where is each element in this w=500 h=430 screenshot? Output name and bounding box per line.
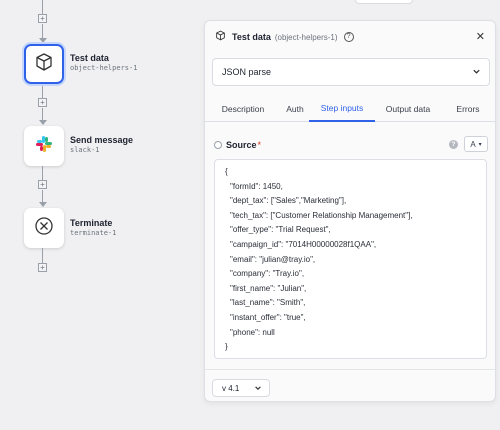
code-line: "dept_tax": ["Sales","Marketing"],: [230, 196, 347, 206]
footer-divider: [205, 369, 495, 370]
chevron-down-icon: [254, 384, 262, 394]
step-properties-panel: Test data (object-helpers-1) ? ✕ JSON pa…: [204, 20, 496, 402]
value-type-button[interactable]: A ▾: [464, 136, 488, 152]
code-line: "tech_tax": ["Customer Relationship Mana…: [230, 210, 413, 220]
add-step-button[interactable]: +: [38, 263, 47, 272]
connector-arrow: [38, 202, 47, 207]
step-title: Send message: [70, 135, 134, 145]
step-subtitle: object-helpers-1: [70, 64, 138, 72]
value-type-label: A: [470, 139, 476, 149]
step-card-terminate[interactable]: [24, 208, 64, 248]
step-subtitle: slack-1: [70, 146, 100, 154]
terminate-x-icon: [34, 216, 54, 241]
connector-arrow: [38, 38, 47, 43]
panel-tabs: Description Auth Step inputs Output data…: [205, 96, 495, 122]
code-line: "instant_offer": "true",: [230, 312, 306, 322]
source-json-editor[interactable]: { "formId": 1450, "dept_tax": ["Sales","…: [214, 159, 487, 359]
required-marker: *: [257, 140, 262, 150]
step-card-test-data[interactable]: [24, 44, 64, 84]
connector-line: [42, 248, 43, 263]
code-line: {: [225, 167, 228, 176]
connector-line: [42, 86, 43, 98]
canvas-toolbar-pill[interactable]: [355, 0, 413, 4]
add-step-button[interactable]: +: [38, 180, 47, 189]
box-icon: [34, 52, 54, 77]
code-line: "last_name": "Smith",: [230, 298, 306, 308]
source-field-header: Source * ? A ▾: [214, 136, 488, 153]
code-line: "first_name": "Julian",: [230, 283, 307, 293]
step-subtitle: terminate-1: [70, 229, 117, 237]
connector-arrow: [38, 120, 47, 125]
tab-description[interactable]: Description: [205, 96, 281, 122]
slack-icon: [34, 134, 54, 159]
connector-line: [42, 0, 43, 14]
version-select[interactable]: v 4.1: [212, 379, 270, 397]
panel-title: Test data: [232, 32, 271, 42]
help-icon[interactable]: ?: [449, 140, 458, 149]
tab-errors[interactable]: Errors: [441, 96, 495, 122]
code-line: "email": "julian@tray.io",: [230, 254, 316, 264]
help-icon[interactable]: ?: [343, 32, 354, 42]
step-title: Terminate: [70, 218, 113, 228]
step-title: Test data: [70, 53, 109, 63]
chevron-down-icon: [472, 67, 481, 78]
add-step-button[interactable]: +: [38, 14, 47, 23]
step-card-send-message[interactable]: [24, 126, 64, 166]
source-radio[interactable]: [214, 141, 222, 149]
panel-header: Test data (object-helpers-1) ? ✕: [205, 21, 495, 53]
code-line: "campaign_id": "7014H00000028f1QAA",: [230, 239, 377, 249]
box-icon: [215, 28, 226, 46]
tab-output-data[interactable]: Output data: [375, 96, 441, 122]
code-line: }: [225, 342, 228, 352]
code-line: "company": "Tray.io",: [230, 269, 305, 279]
tab-step-inputs[interactable]: Step inputs: [309, 96, 375, 122]
version-value: v 4.1: [222, 383, 240, 393]
caret-down-icon: ▾: [478, 141, 482, 148]
tab-auth[interactable]: Auth: [281, 96, 309, 122]
operation-value: JSON parse: [222, 67, 272, 77]
panel-subtitle: (object-helpers-1): [274, 32, 338, 42]
operation-select[interactable]: JSON parse: [212, 58, 490, 86]
connector-line: [42, 166, 43, 180]
close-icon[interactable]: ✕: [476, 30, 485, 43]
source-label: Source: [226, 140, 257, 150]
code-line: "formId": 1450,: [230, 181, 283, 191]
code-line: "phone": null: [230, 327, 275, 337]
connector-line: [42, 24, 43, 39]
code-line: "offer_type": "Trial Request",: [230, 225, 331, 235]
add-step-button[interactable]: +: [38, 98, 47, 107]
